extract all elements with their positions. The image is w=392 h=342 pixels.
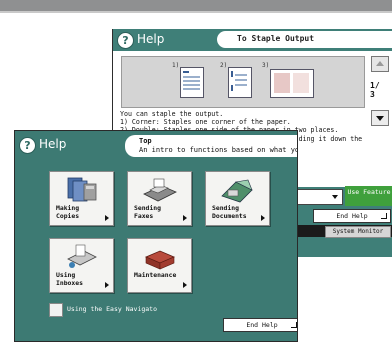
fax-machine-icon	[143, 178, 177, 202]
back-title-box: To Staple Output	[217, 31, 392, 48]
page-number-1: 1)	[172, 62, 180, 69]
front-end-help-button[interactable]: End Help	[223, 318, 297, 332]
sending-documents-tile[interactable]: Sending Documents	[205, 171, 270, 226]
tile-label: Sending Documents	[212, 204, 247, 220]
tile-label: Sending Faxes	[134, 204, 161, 220]
making-copies-tile[interactable]: Making Copies	[49, 171, 114, 226]
page-up-button[interactable]	[371, 56, 389, 72]
return-icon	[381, 213, 387, 219]
front-subtitle: An intro to functions based on what you …	[139, 146, 297, 154]
toner-box-icon	[144, 250, 176, 270]
top-bar-shadow	[0, 11, 392, 13]
front-end-help-label: End Help	[246, 321, 278, 329]
tile-label: Using Inboxes	[56, 271, 83, 287]
tile-label: Maintenance	[134, 271, 177, 279]
copy-documents-icon	[67, 177, 97, 202]
front-header: ? Help Top An intro to functions based o…	[15, 131, 297, 161]
corner-staple-page-icon	[180, 67, 204, 98]
back-end-help-button[interactable]: End Help	[313, 209, 391, 223]
arrow-right-icon	[105, 282, 109, 288]
easy-navigator-label: Using the Easy Navigato	[67, 305, 158, 313]
front-help-screen: ? Help Top An intro to functions based o…	[14, 130, 298, 342]
page-number-3: 3)	[262, 62, 270, 69]
page-indicator: 1/ 3	[370, 81, 380, 99]
arrow-right-icon	[183, 282, 187, 288]
back-help-label: Help	[137, 32, 165, 46]
help-icon: ?	[19, 137, 36, 154]
description-line: You can staple the output.	[120, 110, 224, 118]
front-title-box: Top An intro to functions based on what …	[125, 135, 297, 157]
help-icon: ?	[117, 32, 134, 49]
staple-illustration: 1) 2) 3)	[121, 56, 365, 108]
use-feature-button[interactable]: Use Feature	[345, 186, 392, 206]
maintenance-tile[interactable]: Maintenance	[127, 238, 192, 293]
sending-faxes-tile[interactable]: Sending Faxes	[127, 171, 192, 226]
back-end-help-label: End Help	[336, 212, 368, 220]
back-header: ? Help To Staple Output	[113, 29, 392, 51]
tile-label: Making Copies	[56, 204, 80, 220]
back-title: To Staple Output	[237, 34, 315, 43]
arrow-right-icon	[183, 215, 187, 221]
front-help-label: Help	[39, 137, 67, 151]
front-title: Top	[139, 137, 152, 145]
return-icon	[291, 322, 297, 328]
top-bar	[0, 0, 392, 11]
feature-dropdown[interactable]	[293, 189, 343, 205]
easy-navigator-button[interactable]	[49, 303, 63, 317]
send-document-icon	[221, 179, 253, 203]
saddle-stitch-page-icon	[270, 69, 314, 98]
arrow-right-icon	[105, 215, 109, 221]
system-monitor-button[interactable]: System Monitor	[325, 226, 391, 238]
double-staple-page-icon	[228, 67, 252, 98]
description-line: 1) Corner: Staples one corner of the pap…	[120, 118, 291, 127]
page-number-2: 2)	[220, 62, 228, 69]
inbox-icon	[67, 244, 97, 268]
arrow-right-icon	[261, 215, 265, 221]
using-inboxes-tile[interactable]: Using Inboxes	[49, 238, 114, 293]
